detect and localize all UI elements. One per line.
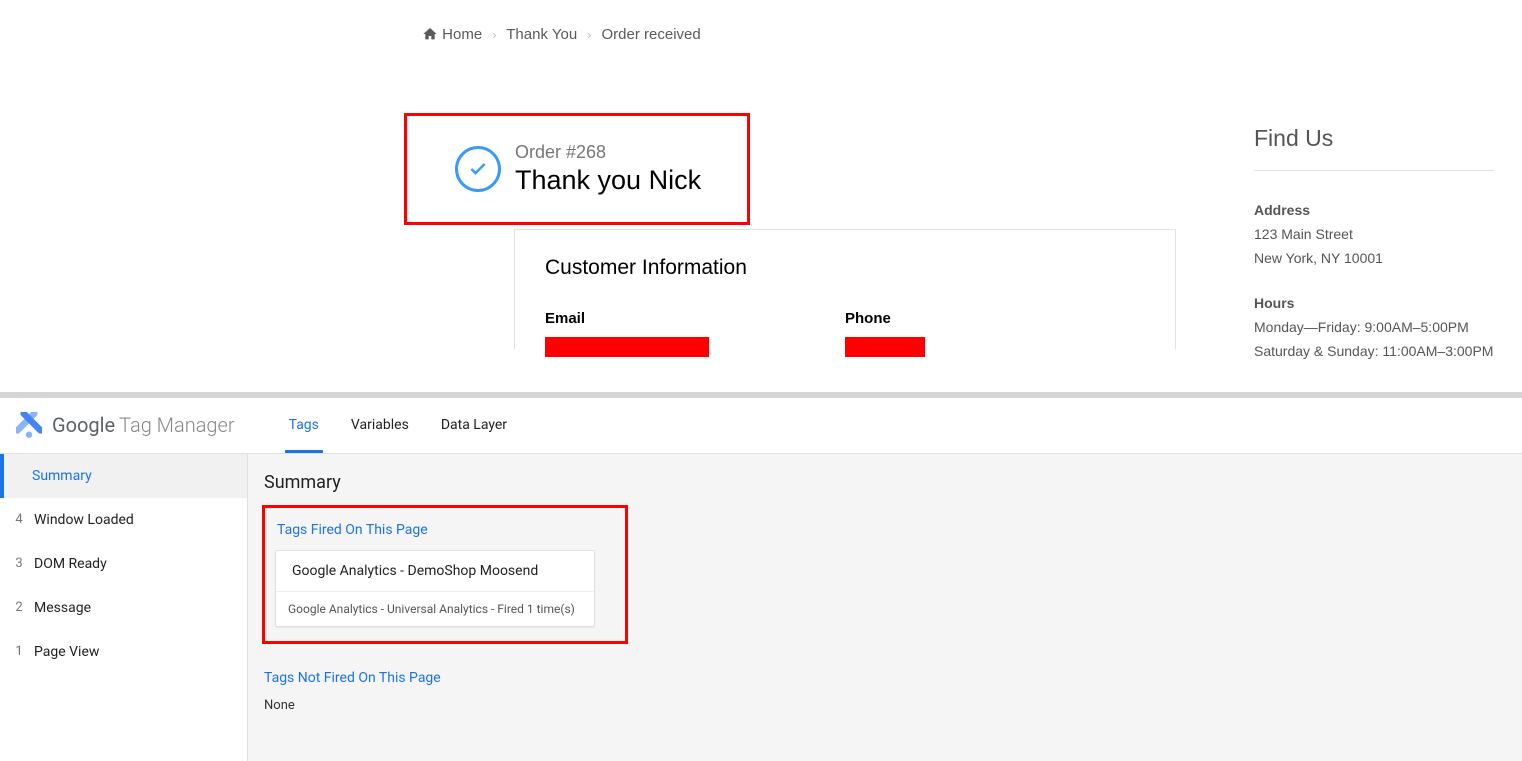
- confirmation-highlight: Order #268 Thank you Nick: [404, 113, 750, 225]
- address-label: Address: [1254, 199, 1494, 223]
- tags-not-fired-heading: Tags Not Fired On This Page: [264, 670, 1508, 686]
- phone-label: Phone: [845, 310, 1145, 327]
- main-content: Order #268 Thank you Nick Customer Infor…: [404, 113, 1194, 386]
- tags-fired-heading: Tags Fired On This Page: [277, 522, 615, 538]
- divider: [1254, 170, 1494, 171]
- event-num: 4: [12, 512, 26, 527]
- event-label: DOM Ready: [34, 556, 107, 572]
- tab-variables[interactable]: Variables: [337, 397, 423, 453]
- find-us-title: Find Us: [1254, 125, 1494, 152]
- event-num: 3: [12, 556, 26, 571]
- gtm-brand-tagmanager: Tag Manager: [119, 413, 234, 437]
- hours-line2: Saturday & Sunday: 11:00AM–3:00PM: [1254, 340, 1494, 364]
- customer-information-title: Customer Information: [545, 256, 1145, 280]
- breadcrumb-thank-you[interactable]: Thank You: [506, 26, 577, 43]
- email-label: Email: [545, 310, 845, 327]
- customer-email-col: Email: [545, 310, 845, 357]
- tags-not-fired-section: Tags Not Fired On This Page None: [262, 670, 1508, 713]
- hours-label: Hours: [1254, 292, 1494, 316]
- confirmation-text: Order #268 Thank you Nick: [515, 142, 701, 196]
- event-label: Message: [34, 600, 91, 616]
- gtm-left-panel: Summary 4 Window Loaded 3 DOM Ready 2 Me…: [0, 454, 248, 761]
- order-number: Order #268: [515, 142, 701, 163]
- store-body: Order #268 Thank you Nick Customer Infor…: [0, 113, 1522, 386]
- gtm-logo: Google Tag Manager: [16, 412, 235, 438]
- tag-card-title: Google Analytics - DemoShop Moosend: [276, 551, 594, 591]
- address-block: Address 123 Main Street New York, NY 100…: [1254, 199, 1494, 270]
- chevron-right-icon: ›: [587, 28, 591, 42]
- gtm-summary-title: Summary: [264, 472, 1508, 493]
- tab-tags[interactable]: Tags: [275, 397, 333, 453]
- tags-fired-highlight: Tags Fired On This Page Google Analytics…: [262, 505, 628, 644]
- sidebar-find-us: Find Us Address 123 Main Street New York…: [1254, 113, 1494, 386]
- address-line1: 123 Main Street: [1254, 223, 1494, 247]
- tag-card[interactable]: Google Analytics - DemoShop Moosend Goog…: [275, 550, 595, 627]
- gtm-body: Summary 4 Window Loaded 3 DOM Ready 2 Me…: [0, 454, 1522, 761]
- tab-data-layer[interactable]: Data Layer: [427, 397, 521, 453]
- event-label: Window Loaded: [34, 512, 134, 528]
- event-label: Page View: [34, 644, 99, 660]
- sidebar-event-message[interactable]: 2 Message: [0, 586, 247, 630]
- customer-phone-col: Phone: [845, 310, 1145, 357]
- gtm-panel: Google Tag Manager Tags Variables Data L…: [0, 398, 1522, 761]
- email-redacted: [545, 337, 709, 357]
- hours-block: Hours Monday—Friday: 9:00AM–5:00PM Satur…: [1254, 292, 1494, 363]
- customer-information-card: Customer Information Email Phone: [514, 229, 1176, 349]
- sidebar-event-page-view[interactable]: 1 Page View: [0, 630, 247, 674]
- gtm-header: Google Tag Manager Tags Variables Data L…: [0, 398, 1522, 454]
- tag-card-subtext: Google Analytics - Universal Analytics -…: [276, 591, 594, 626]
- breadcrumb-order-received: Order received: [602, 26, 701, 43]
- sidebar-event-dom-ready[interactable]: 3 DOM Ready: [0, 542, 247, 586]
- event-num: 1: [12, 644, 26, 659]
- gtm-logo-icon: [16, 412, 42, 438]
- thank-you-heading: Thank you Nick: [515, 165, 701, 196]
- breadcrumb: Home › Thank You › Order received: [0, 0, 1522, 43]
- phone-redacted: [845, 337, 925, 357]
- home-icon: [422, 26, 438, 44]
- store-page: Home › Thank You › Order received Order …: [0, 0, 1522, 386]
- chevron-right-icon: ›: [492, 28, 496, 42]
- gtm-brand-google: Google: [52, 413, 115, 437]
- sidebar-item-summary[interactable]: Summary: [0, 454, 247, 498]
- check-circle-icon: [455, 146, 501, 192]
- gtm-right-panel: Summary Tags Fired On This Page Google A…: [248, 454, 1522, 761]
- breadcrumb-home[interactable]: Home: [442, 26, 482, 43]
- event-num: 2: [12, 600, 26, 615]
- address-line2: New York, NY 10001: [1254, 247, 1494, 271]
- sidebar-event-window-loaded[interactable]: 4 Window Loaded: [0, 498, 247, 542]
- hours-line1: Monday—Friday: 9:00AM–5:00PM: [1254, 316, 1494, 340]
- gtm-tabs: Tags Variables Data Layer: [275, 397, 525, 453]
- tags-not-fired-none: None: [264, 698, 1506, 713]
